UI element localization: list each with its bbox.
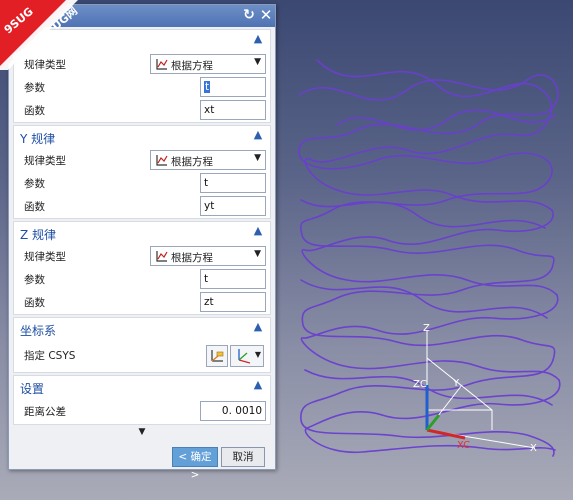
label-param: 参数 [24,178,45,190]
chevron-up-icon[interactable]: ▲ [252,225,264,237]
section-header-csys[interactable]: 坐标系 ▲ [14,318,270,340]
section-y-law: Y 规律 ▲ 规律类型 根据方程 ▼ 参数 t 函数 yt [13,125,271,219]
x-param-value: t [204,81,211,93]
x-law-type-dropdown[interactable]: 根据方程 ▼ [150,54,266,74]
x-law-type-value: 根据方程 [171,60,213,72]
row-z-func: 函数 zt [24,292,268,312]
chevron-down-icon: ▼ [254,350,261,359]
law-curve-graphic: Z ZC Y XC X [298,59,561,457]
axis-label-zc: ZC [413,379,427,390]
csys-dialog-icon [211,350,224,362]
axis-label-z: Z [423,323,430,334]
row-x-law-type: 规律类型 根据方程 ▼ [24,54,268,74]
row-specify-csys: 指定 CSYS ▼ [24,345,268,367]
section-header-settings[interactable]: 设置 ▲ [14,376,270,398]
label-param: 参数 [24,82,45,94]
label-param: 参数 [24,274,45,286]
row-y-func: 函数 yt [24,196,268,216]
label-func: 函数 [24,201,45,213]
chevron-down-icon: ▼ [254,57,261,67]
equation-law-icon [156,155,168,166]
row-y-param: 参数 t [24,173,268,193]
csys-triad-icon [238,349,251,364]
chevron-down-icon: ▼ [254,249,261,259]
section-title-settings: 设置 [20,382,45,396]
section-z-law: Z 规律 ▲ 规律类型 根据方程 ▼ 参数 t 函数 zt [13,221,271,315]
dialog-titlebar[interactable]: ↻ ✕ [9,5,275,27]
chevron-up-icon[interactable]: ▲ [252,321,264,333]
label-func: 函数 [24,297,45,309]
z-param-field[interactable]: t [200,269,266,289]
chevron-down-icon: ▼ [254,153,261,163]
row-z-param: 参数 t [24,269,268,289]
section-title-y-law: Y 规律 [20,132,56,146]
z-law-type-value: 根据方程 [171,252,213,264]
x-func-field[interactable]: xt [200,100,266,120]
axis-label-xc: XC [457,440,470,451]
section-csys: 坐标系 ▲ 指定 CSYS ▼ [13,317,271,373]
label-law-type: 规律类型 [24,251,66,263]
chevron-up-icon[interactable]: ▲ [252,379,264,391]
ok-button[interactable]: < 确定 > [172,447,218,481]
row-x-param: 参数 t [24,77,268,97]
section-header-y-law[interactable]: Y 规律 ▲ [14,126,270,148]
section-settings: 设置 ▲ 距离公差 0. 0010 [13,375,271,425]
equation-law-icon [156,59,168,70]
law-curve-dialog: ↻ ✕ ▲ 规律类型 根据方程 ▼ 参数 t 函数 xt Y 规律 ▲ 规律类型… [8,4,276,481]
csys-dialog-button[interactable] [206,345,228,367]
distance-tolerance-field[interactable]: 0. 0010 [200,401,266,421]
chevron-up-icon[interactable]: ▲ [252,129,264,141]
graphics-viewport[interactable]: Z ZC Y XC X [277,0,573,500]
z-func-field[interactable]: zt [200,292,266,312]
section-x-law: ▲ 规律类型 根据方程 ▼ 参数 t 函数 xt [13,29,271,123]
cancel-button[interactable]: 取消 [221,447,265,467]
section-title-csys: 坐标系 [20,324,57,338]
axis-label-x: X [530,443,537,454]
y-param-field[interactable]: t [200,173,266,193]
y-func-field[interactable]: yt [200,196,266,216]
dialog-content: ▲ 规律类型 根据方程 ▼ 参数 t 函数 xt Y 规律 ▲ 规律类型 根据方… [9,27,275,481]
equation-law-icon [156,251,168,262]
x-param-field[interactable]: t [200,77,266,97]
chevron-up-icon[interactable]: ▲ [252,33,264,45]
section-header-x-law[interactable]: ▲ [14,30,270,52]
reset-icon[interactable]: ↻ [241,7,257,23]
row-x-func: 函数 xt [24,100,268,120]
row-tolerance: 距离公差 0. 0010 [24,401,268,421]
row-z-law-type: 规律类型 根据方程 ▼ [24,246,268,266]
section-title-z-law: Z 规律 [20,228,57,242]
label-law-type: 规律类型 [24,59,66,71]
more-options-expander[interactable]: ▼ [13,427,271,441]
label-distance-tolerance: 距离公差 [24,406,66,418]
label-law-type: 规律类型 [24,155,66,167]
axis-label-y: Y [452,378,460,389]
y-law-type-dropdown[interactable]: 根据方程 ▼ [150,150,266,170]
section-header-z-law[interactable]: Z 规律 ▲ [14,222,270,244]
close-icon[interactable]: ✕ [258,7,274,23]
label-func: 函数 [24,105,45,117]
row-y-law-type: 规律类型 根据方程 ▼ [24,150,268,170]
label-specify-csys: 指定 CSYS [24,350,76,362]
y-law-type-value: 根据方程 [171,156,213,168]
z-law-type-dropdown[interactable]: 根据方程 ▼ [150,246,266,266]
csys-inferred-dropdown[interactable]: ▼ [230,345,264,367]
chevron-down-icon: ▼ [138,427,146,437]
